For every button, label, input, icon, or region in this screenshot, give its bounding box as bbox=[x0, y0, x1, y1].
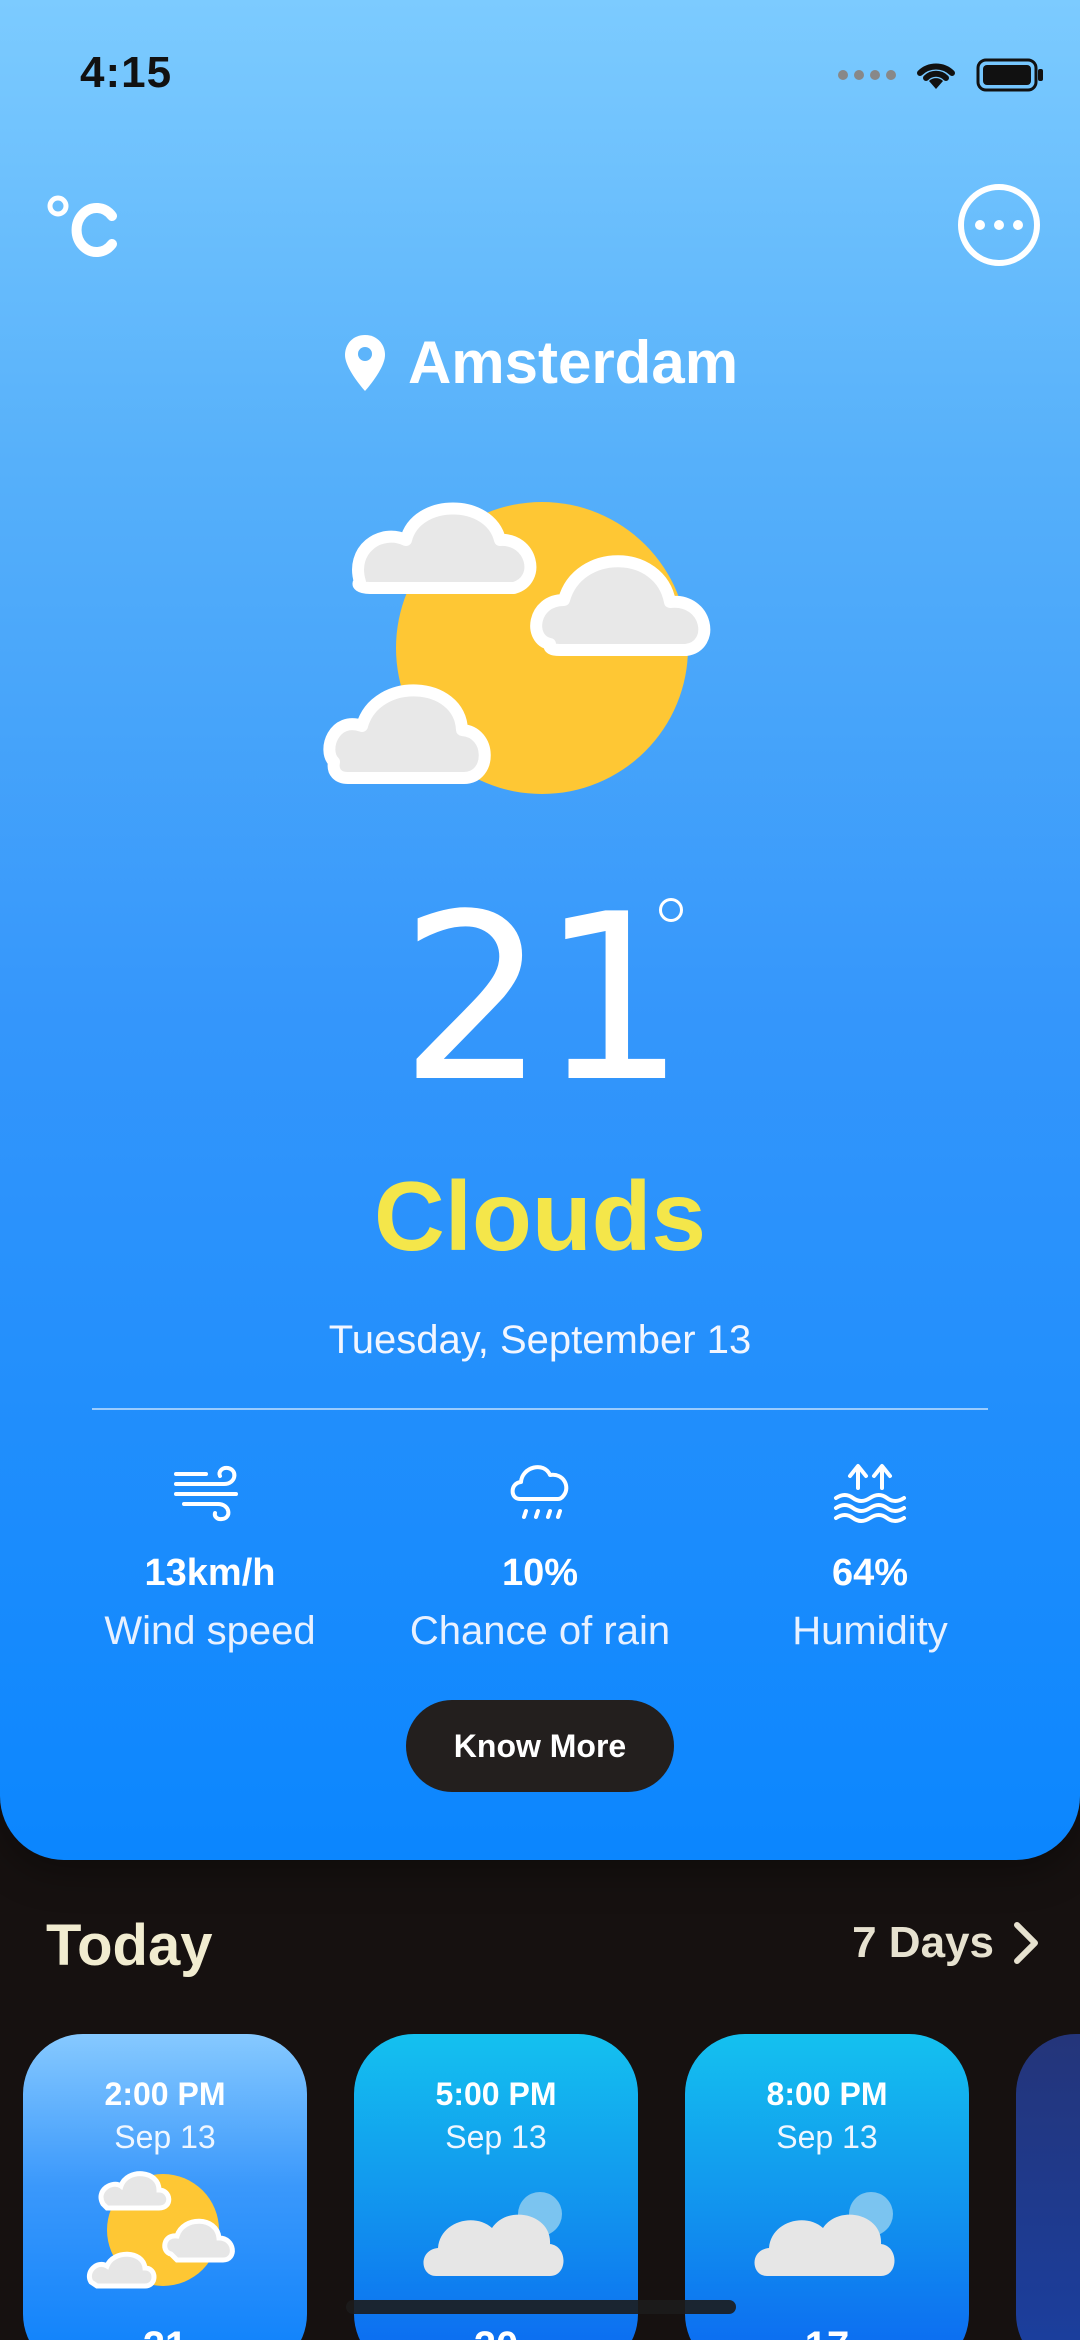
home-indicator bbox=[346, 2300, 736, 2314]
forecast-card[interactable]: 5:00 PM Sep 13 20 bbox=[354, 2034, 638, 2340]
cloudy-icon bbox=[423, 2192, 564, 2276]
forecast-card-partial[interactable] bbox=[1016, 2034, 1080, 2340]
sun-clouds-icon bbox=[87, 2171, 235, 2289]
seven-days-link[interactable]: 7 Days bbox=[852, 1918, 1040, 1968]
status-time: 4:15 bbox=[80, 48, 173, 97]
humidity-icon bbox=[834, 1464, 906, 1523]
cellular-signal-icon bbox=[838, 70, 896, 80]
location-pin-icon bbox=[344, 334, 385, 391]
forecast-temp: 20 bbox=[354, 2324, 638, 2340]
stat-label: Humidity bbox=[792, 1609, 948, 1653]
location[interactable]: Amsterdam bbox=[0, 328, 1080, 397]
stat-humidity: 64% Humidity bbox=[705, 1452, 1035, 1654]
section-title-today: Today bbox=[46, 1913, 213, 1978]
stat-chance-of-rain: 10% Chance of rain bbox=[375, 1452, 705, 1654]
divider bbox=[92, 1408, 988, 1410]
chevron-right-icon bbox=[1014, 1922, 1038, 1964]
more-options-button[interactable] bbox=[958, 184, 1040, 266]
forecast-time: 5:00 PM bbox=[435, 2076, 557, 2112]
forecast-time: 8:00 PM bbox=[766, 2076, 888, 2112]
stat-value: 64% bbox=[831, 1552, 909, 1594]
seven-days-label: 7 Days bbox=[852, 1918, 994, 1967]
weather-condition: Clouds bbox=[373, 1161, 707, 1271]
current-weather-card: 4:15 Amsterdam 21 Clouds Tuesday, Septem… bbox=[0, 0, 1080, 1860]
partly-cloudy-icon bbox=[323, 502, 711, 794]
forecast-card[interactable]: 8:00 PM Sep 13 17 bbox=[685, 2034, 969, 2340]
forecast-date: Sep 13 bbox=[445, 2119, 547, 2155]
wifi-icon bbox=[917, 63, 955, 89]
weather-stats: 13km/h Wind speed 10% Chance of rain 64%… bbox=[0, 1452, 1080, 1662]
stat-wind-speed: 13km/h Wind speed bbox=[45, 1452, 375, 1654]
battery-icon bbox=[976, 58, 1043, 92]
forecast-date: Sep 13 bbox=[114, 2119, 216, 2155]
forecast-date: Sep 13 bbox=[776, 2119, 878, 2155]
rain-cloud-icon bbox=[510, 1465, 569, 1519]
temperature-value: 21 bbox=[399, 866, 687, 1133]
current-date: Tuesday, September 13 bbox=[328, 1318, 752, 1362]
stat-label: Chance of rain bbox=[409, 1609, 671, 1653]
forecast-temp: 21 bbox=[23, 2324, 307, 2340]
forecast-card[interactable]: 2:00 PM Sep 13 21 bbox=[23, 2034, 307, 2340]
celsius-unit-icon[interactable] bbox=[40, 182, 130, 272]
status-icons bbox=[838, 58, 1044, 92]
stat-label: Wind speed bbox=[104, 1609, 316, 1653]
temperature: 21 bbox=[0, 885, 1080, 1115]
know-more-button[interactable]: Know More bbox=[406, 1700, 674, 1792]
forecast-temp: 17 bbox=[685, 2324, 969, 2340]
location-name: Amsterdam bbox=[407, 329, 739, 396]
stat-value: 10% bbox=[501, 1552, 579, 1594]
degree-symbol-icon bbox=[659, 898, 683, 922]
forecast-time: 2:00 PM bbox=[104, 2076, 226, 2112]
wind-icon bbox=[174, 1465, 238, 1522]
stat-value: 13km/h bbox=[144, 1552, 276, 1594]
cloudy-icon bbox=[754, 2192, 895, 2276]
